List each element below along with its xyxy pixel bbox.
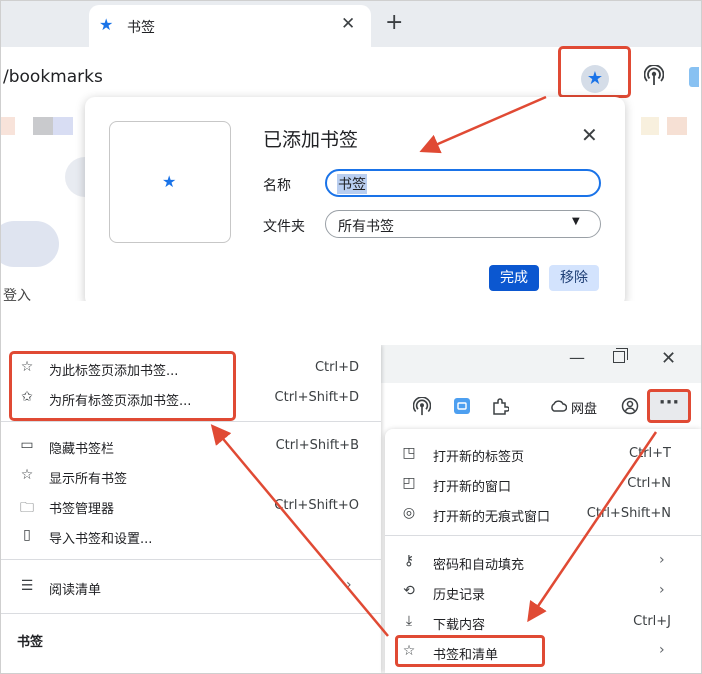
menu-item-passwords[interactable]: ⚷ 密码和自动填充 ›	[385, 547, 701, 577]
menu-item-shortcut: Ctrl+Shift+D	[274, 390, 359, 405]
menu-item-shortcut: Ctrl+Shift+N	[586, 506, 671, 521]
close-icon[interactable]: ✕	[581, 123, 598, 147]
url-text[interactable]: /bookmarks	[3, 67, 103, 87]
tab-title: 书签	[127, 20, 155, 36]
podcast-icon[interactable]	[413, 397, 431, 417]
bookmark-added-dialog: ★ 已添加书签 ✕ 名称 书签 文件夹 所有书签 ▼ 完成 移除	[85, 97, 625, 301]
menu-item-label: 历史记录	[433, 588, 486, 603]
menu-divider	[385, 535, 701, 536]
menu-item-label: 密码和自动填充	[433, 558, 525, 573]
menu-item-label: 隐藏书签栏	[49, 442, 115, 457]
blurred-bookmark	[667, 117, 687, 135]
cloud-icon	[551, 400, 567, 412]
restore-icon[interactable]	[613, 351, 625, 363]
name-label: 名称	[263, 178, 291, 194]
menu-divider	[1, 613, 381, 614]
menu-item-label: 打开新的窗口	[433, 480, 512, 495]
menu-item-label: 阅读清单	[49, 583, 102, 598]
menu-divider	[1, 421, 381, 422]
name-input[interactable]: 书签	[325, 169, 601, 197]
blurred-bookmark	[33, 117, 53, 135]
menu-item-bookmark-manager[interactable]: 🗀 书签管理器 Ctrl+Shift+O	[1, 491, 381, 521]
menu-item-shortcut: Ctrl+D	[314, 360, 359, 375]
star-icon: ★	[99, 15, 114, 34]
bookmark-bar-icon: ▭	[20, 437, 34, 453]
extension-icon[interactable]	[689, 67, 699, 87]
side-text: 登入	[3, 288, 31, 301]
done-button[interactable]: 完成	[489, 265, 539, 291]
star-icon: ★	[162, 172, 177, 191]
book-icon: ▯	[23, 527, 31, 543]
chevron-right-icon: ›	[659, 642, 665, 658]
reading-list-icon: ☰	[20, 578, 34, 594]
remove-button[interactable]: 移除	[549, 265, 599, 291]
menu-item-shortcut: Ctrl+Shift+B	[275, 438, 359, 453]
new-window-icon: ◰	[402, 475, 416, 491]
minimize-icon[interactable]: —	[569, 348, 585, 367]
menu-item-label: 下载内容	[433, 618, 486, 633]
folder-select[interactable]: 所有书签 ▼	[325, 210, 601, 238]
main-menu: ◳ 打开新的标签页 Ctrl+T ◰ 打开新的窗口 Ctrl+N ◎ 打开新的无…	[385, 429, 701, 673]
folder-label: 文件夹	[263, 219, 305, 235]
podcast-icon[interactable]	[644, 65, 664, 87]
folder-value: 所有书签	[338, 219, 394, 235]
bookmark-added-screenshot: ★ 书签 ✕ + /bookmarks ★ 登入 ★ 已添加书签 ✕ 名称 书签…	[1, 1, 701, 301]
more-menu-button[interactable]: ···	[647, 389, 691, 423]
folder-icon: 🗀	[20, 500, 34, 516]
blurred-bookmark	[53, 117, 73, 135]
menu-item-shortcut: Ctrl+T	[629, 446, 671, 461]
translate-icon[interactable]	[453, 397, 471, 415]
chevron-right-icon: ›	[659, 552, 665, 568]
new-tab-button[interactable]: +	[385, 10, 403, 35]
menu-item-reading-list[interactable]: ☰ 阅读清单 ›	[1, 572, 381, 602]
close-icon[interactable]: ✕	[341, 14, 355, 34]
menu-item-shortcut: Ctrl+J	[633, 614, 671, 629]
menu-item-new-window[interactable]: ◰ 打开新的窗口 Ctrl+N	[385, 469, 701, 499]
name-value: 书签	[337, 174, 367, 194]
menu-item-label: 导入书签和设置...	[49, 532, 153, 547]
key-icon: ⚷	[403, 553, 415, 569]
menu-item-label: 书签管理器	[49, 502, 115, 517]
netdisk-button[interactable]: 网盘	[571, 398, 597, 417]
menu-item-history[interactable]: ⟲ 历史记录 ›	[385, 577, 701, 607]
highlight-box	[558, 46, 631, 98]
blurred-button	[1, 221, 59, 267]
tab-bookmarks[interactable]: ★ 书签 ✕	[89, 5, 371, 47]
menu-item-shortcut: Ctrl+Shift+O	[274, 498, 359, 513]
bookmark-thumbnail: ★	[109, 121, 231, 243]
menu-item-hide-bookmark-bar[interactable]: ▭ 隐藏书签栏 Ctrl+Shift+B	[1, 431, 381, 461]
menu-item-shortcut: Ctrl+N	[627, 476, 671, 491]
highlight-box	[9, 351, 236, 421]
incognito-icon: ◎	[402, 505, 416, 521]
menu-item-downloads[interactable]: ⤓ 下载内容 Ctrl+J	[385, 607, 701, 637]
new-tab-icon: ◳	[402, 445, 416, 461]
tab-strip: ★ 书签 ✕ +	[1, 1, 701, 47]
menu-item-new-tab[interactable]: ◳ 打开新的标签页 Ctrl+T	[385, 439, 701, 469]
menu-divider	[1, 559, 381, 560]
profile-icon[interactable]	[621, 397, 639, 415]
caret-down-icon: ▼	[572, 216, 580, 227]
menu-item-import-bookmarks[interactable]: ▯ 导入书签和设置...	[1, 521, 381, 551]
highlight-box	[395, 635, 545, 667]
star-outline-icon: ☆	[20, 467, 34, 483]
close-window-icon[interactable]: ✕	[661, 348, 676, 369]
chevron-right-icon: ›	[346, 577, 352, 593]
menu-item-label: 显示所有书签	[49, 472, 128, 487]
blurred-bookmark	[1, 117, 15, 135]
history-icon: ⟲	[403, 583, 415, 599]
chevron-right-icon: ›	[659, 582, 665, 598]
dialog-title: 已添加书签	[263, 129, 359, 151]
menu-item-show-all-bookmarks[interactable]: ☆ 显示所有书签	[1, 461, 381, 491]
menu-item-label: 打开新的标签页	[433, 450, 525, 465]
title-bar	[381, 345, 701, 383]
extensions-icon[interactable]	[491, 397, 509, 415]
menu-item-label: 打开新的无痕式窗口	[433, 510, 551, 525]
blurred-bookmark	[641, 117, 659, 135]
download-icon: ⤓	[405, 613, 413, 629]
bookmark-menu-screenshot: — ✕ 网盘 ··· ☆ 为此标签页添加书签... Ctrl+D ✩ 为所有标签…	[1, 345, 701, 673]
menu-item-new-incognito-window[interactable]: ◎ 打开新的无痕式窗口 Ctrl+Shift+N	[385, 499, 701, 529]
bookmarks-section-label: 书签	[17, 635, 44, 650]
